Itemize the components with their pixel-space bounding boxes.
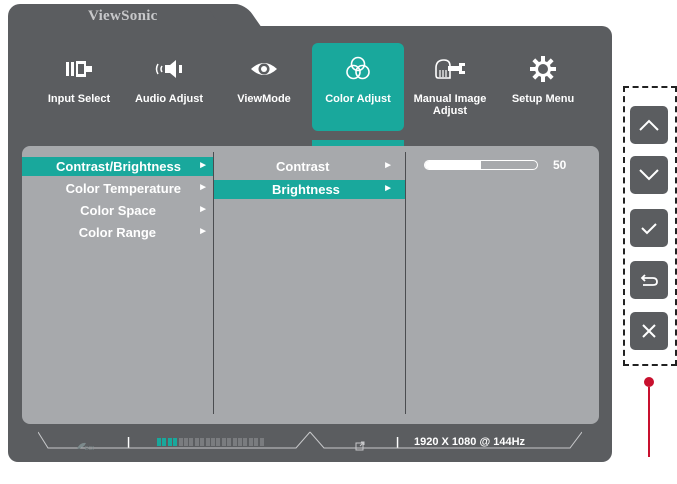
option-item-contrast[interactable]: Contrast ► — [214, 157, 405, 176]
signal-level-segment — [221, 438, 226, 446]
signal-level-segment — [173, 438, 178, 446]
arrow-right-icon: ► — [383, 183, 393, 194]
power-led — [644, 377, 654, 387]
gear-icon — [510, 55, 576, 83]
arrow-right-icon: ► — [198, 204, 208, 215]
menu-item-setup-menu[interactable]: Setup Menu — [510, 43, 576, 131]
menu-item-label: Setup Menu — [511, 93, 575, 105]
speaker-icon — [136, 55, 202, 83]
column-divider — [405, 152, 406, 414]
option-item-brightness[interactable]: Brightness ► — [214, 180, 405, 199]
brightness-slider[interactable] — [424, 160, 538, 170]
check-icon — [641, 223, 657, 235]
return-icon — [640, 274, 658, 286]
arrow-right-icon: ► — [383, 160, 393, 171]
up-key[interactable] — [630, 106, 668, 144]
option-item-label: Brightness — [272, 182, 340, 197]
menu-item-label: ViewMode — [237, 93, 291, 105]
signal-level-segment — [259, 438, 264, 446]
signal-level-segment — [238, 438, 242, 446]
led-callout-line — [648, 387, 650, 457]
input-select-icon — [46, 55, 112, 83]
return-key[interactable] — [630, 261, 668, 299]
eco-icon: ECO — [76, 438, 96, 456]
signal-level-segment — [254, 438, 259, 446]
signal-level-segment — [211, 438, 215, 446]
signal-level-segment — [189, 438, 194, 446]
slider-fill — [425, 161, 481, 169]
exit-key[interactable] — [630, 312, 668, 350]
signal-level-segment — [167, 438, 172, 446]
submenu-item-label: Color Space — [80, 203, 156, 218]
signal-level-segment — [157, 438, 161, 446]
chevron-up-icon — [639, 119, 659, 131]
submenu-item-color-space[interactable]: Color Space ► — [22, 201, 213, 220]
menu-item-viewmode[interactable]: ViewMode — [231, 43, 297, 131]
submenu-item-contrast-brightness[interactable]: Contrast/Brightness ► — [22, 157, 213, 176]
signal-level-segment — [216, 438, 221, 446]
menu-item-audio-adjust[interactable]: Audio Adjust — [135, 43, 203, 131]
option-item-label: Contrast — [276, 159, 330, 174]
arrow-right-icon: ► — [198, 182, 208, 193]
submenu-item-color-range[interactable]: Color Range ► — [22, 223, 213, 242]
menu-item-label: Color Adjust — [325, 93, 391, 105]
close-icon — [642, 324, 656, 338]
external-link-icon — [355, 438, 365, 456]
status-separator: | — [396, 436, 400, 448]
menu-item-color-adjust[interactable]: Color Adjust — [312, 43, 404, 131]
arrow-right-icon: ► — [198, 160, 208, 171]
menu-item-input-select[interactable]: Input Select — [46, 43, 112, 131]
eye-icon — [231, 55, 297, 83]
status-separator: | — [127, 436, 131, 448]
resolution-readout: 1920 X 1080 @ 144Hz — [414, 436, 526, 448]
signal-level-segment — [243, 438, 248, 446]
menu-item-manual-image-adjust[interactable]: Manual Image Adjust — [414, 43, 486, 131]
submenu-item-label: Contrast/Brightness — [56, 159, 181, 174]
signal-level-segment — [162, 438, 167, 446]
signal-level-segment — [227, 438, 232, 446]
submenu-item-color-temperature[interactable]: Color Temperature ► — [22, 179, 213, 198]
chevron-down-icon — [639, 169, 659, 181]
menu-item-label: Input Select — [47, 93, 111, 105]
signal-level-segment — [194, 438, 199, 446]
color-circles-icon — [312, 55, 404, 83]
submenu-item-label: Color Temperature — [65, 181, 181, 196]
brand-logo: ViewSonic — [88, 8, 158, 24]
signal-level-segment — [178, 438, 183, 446]
arrow-right-icon: ► — [198, 226, 208, 237]
hand-wrench-icon — [417, 55, 483, 83]
menu-item-label: Manual Image Adjust — [413, 93, 487, 117]
signal-level-segment — [248, 438, 253, 446]
down-key[interactable] — [630, 156, 668, 194]
signal-level-segment — [232, 438, 237, 446]
signal-level-segment — [200, 438, 205, 446]
signal-level-segment — [184, 438, 188, 446]
signal-level-segment — [205, 438, 210, 446]
slider-value: 50 — [553, 158, 567, 172]
svg-text:ECO: ECO — [85, 446, 94, 451]
submenu-item-label: Color Range — [78, 225, 156, 240]
menu-item-label: Audio Adjust — [134, 93, 204, 105]
confirm-key[interactable] — [630, 209, 668, 247]
